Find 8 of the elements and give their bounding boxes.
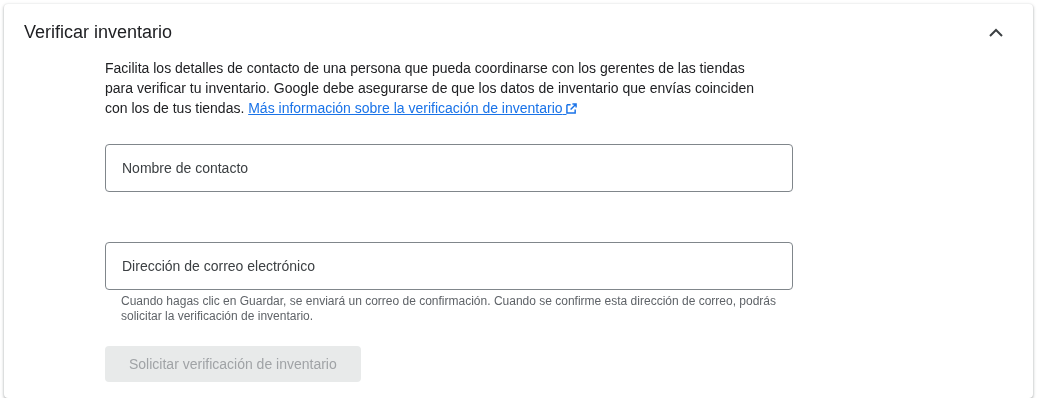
external-link-icon — [566, 103, 578, 114]
text-field[interactable]: Dirección de correo electrónico — [105, 242, 793, 290]
text-field[interactable]: Nombre de contacto — [105, 144, 793, 192]
helper-text: Cuando hagas clic en Guardar, se enviará un correo de confirmación. Cuando se confirme esta dirección de correo, podrás solicitar la verificación de inventario. — [121, 294, 778, 324]
chevron-icon — [989, 27, 1003, 37]
panel-title: Verificar inventario — [24, 21, 173, 43]
description-text: Facilita los detalles de contacto de una persona que pueda coordinarse con los gerentes de las tiendas para verificar tu inventario. Google debe asegurarse de que los datos de inventario que envías coinciden con los de tus tiendas. Más información sobre la verificación de inventario — [105, 59, 756, 118]
learn-more-link[interactable]: Más información sobre la verificación de inventario — [248, 100, 578, 116]
